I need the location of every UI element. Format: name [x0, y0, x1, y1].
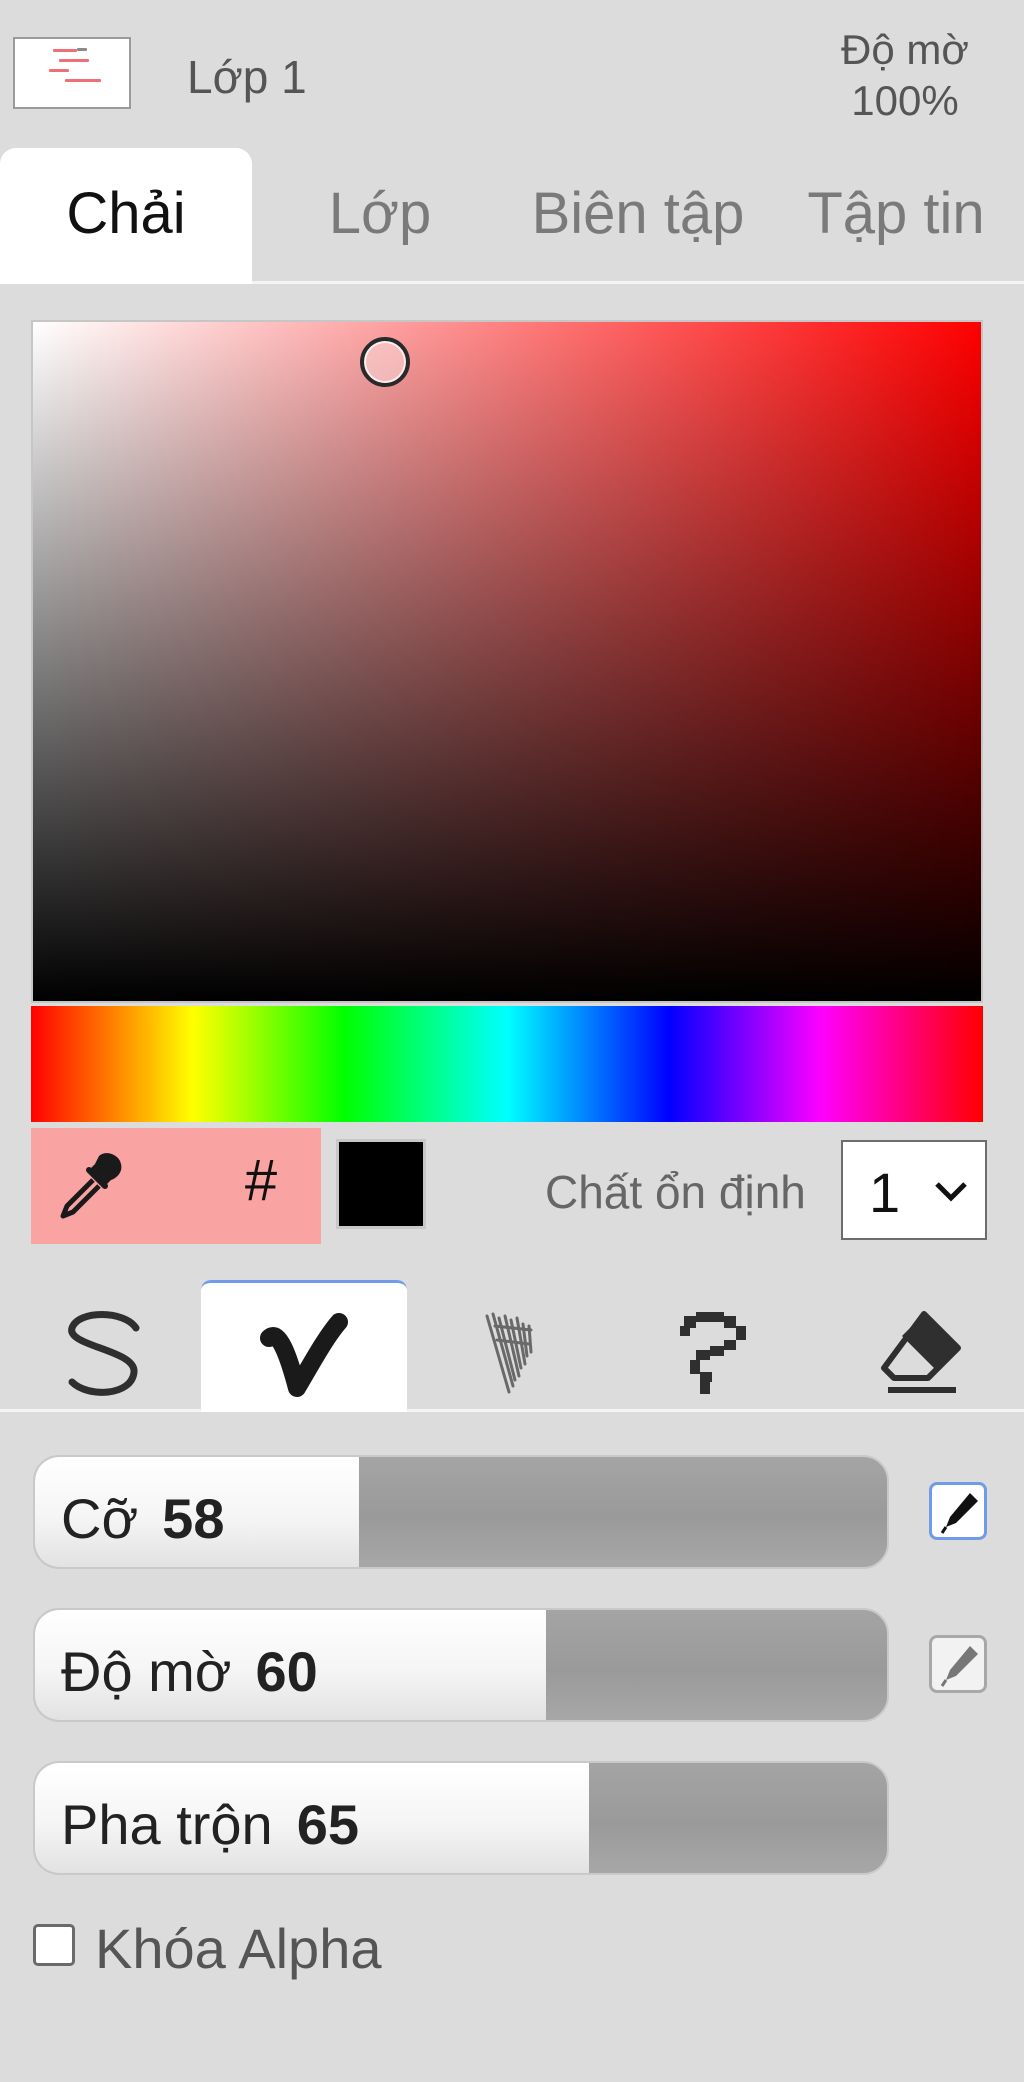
opacity-value: 60 — [255, 1640, 318, 1703]
brush-tab-sketchy[interactable] — [409, 1280, 615, 1412]
layer-thumbnail[interactable] — [13, 37, 131, 109]
tab-brush[interactable]: Chải — [0, 148, 252, 284]
eraser-icon — [881, 1311, 961, 1393]
opacity-pressure-toggle[interactable] — [929, 1635, 987, 1693]
pen-pressure-icon — [940, 1646, 978, 1687]
layer-header: Lớp 1 Độ mờ 100% — [0, 0, 1024, 148]
brush-tool-tabs — [0, 1268, 1024, 1412]
pen-stroke-icon — [68, 1311, 140, 1396]
stabilizer-select[interactable]: 1 — [841, 1140, 987, 1240]
sketchy-brush-icon — [485, 1312, 533, 1394]
eyedropper-icon — [60, 1153, 122, 1219]
hex-input-button[interactable]: # — [226, 1146, 296, 1216]
alpha-lock-checkbox[interactable] — [33, 1924, 75, 1966]
blend-slider[interactable]: Pha trộn 65 — [33, 1761, 889, 1875]
pen-pressure-icon — [940, 1493, 978, 1534]
hue-slider[interactable] — [31, 1006, 983, 1122]
size-pressure-toggle[interactable] — [929, 1482, 987, 1540]
blend-value: 65 — [296, 1793, 359, 1856]
size-slider-label: Cỡ 58 — [61, 1487, 225, 1550]
stabilizer-label: Chất ổn định — [545, 1166, 806, 1218]
brush-tab-pixel[interactable] — [612, 1280, 818, 1412]
blend-slider-label: Pha trộn 65 — [61, 1793, 359, 1856]
brush-tab-eraser[interactable] — [818, 1280, 1024, 1412]
chevron-down-icon — [935, 1182, 967, 1202]
layer-opacity[interactable]: Độ mờ 100% — [820, 24, 990, 126]
alpha-lock-label: Khóa Alpha — [95, 1917, 382, 1980]
tab-file[interactable]: Tập tin — [768, 148, 1024, 284]
tab-edit[interactable]: Biên tập — [508, 148, 768, 284]
size-value: 58 — [162, 1487, 225, 1550]
saturation-value-picker[interactable] — [31, 320, 983, 1003]
current-color-bar: # — [31, 1128, 321, 1244]
layer-name[interactable]: Lớp 1 — [187, 50, 307, 104]
stabilizer-value: 1 — [869, 1161, 901, 1224]
main-tabs: Chải Lớp Biên tập Tập tin — [0, 148, 1024, 284]
layer-opacity-value: 100% — [851, 77, 959, 124]
eyedropper-button[interactable] — [31, 1128, 151, 1244]
opacity-slider-label: Độ mờ 60 — [61, 1640, 318, 1703]
color-picker-handle[interactable] — [360, 337, 410, 387]
brush-tab-pen[interactable] — [0, 1280, 206, 1412]
tab-layer[interactable]: Lớp — [252, 148, 508, 284]
size-slider[interactable]: Cỡ 58 — [33, 1455, 889, 1569]
pixel-pen-icon — [680, 1312, 746, 1394]
layer-opacity-label: Độ mờ — [841, 26, 969, 73]
secondary-color-swatch[interactable] — [336, 1139, 426, 1229]
brush-tab-blend[interactable] — [201, 1280, 407, 1412]
blend-brush-icon — [260, 1312, 348, 1397]
opacity-slider[interactable]: Độ mờ 60 — [33, 1608, 889, 1722]
brush-panel: Lớp 1 Độ mờ 100% Chải Lớp Biên tập Tập t… — [0, 0, 1024, 2082]
